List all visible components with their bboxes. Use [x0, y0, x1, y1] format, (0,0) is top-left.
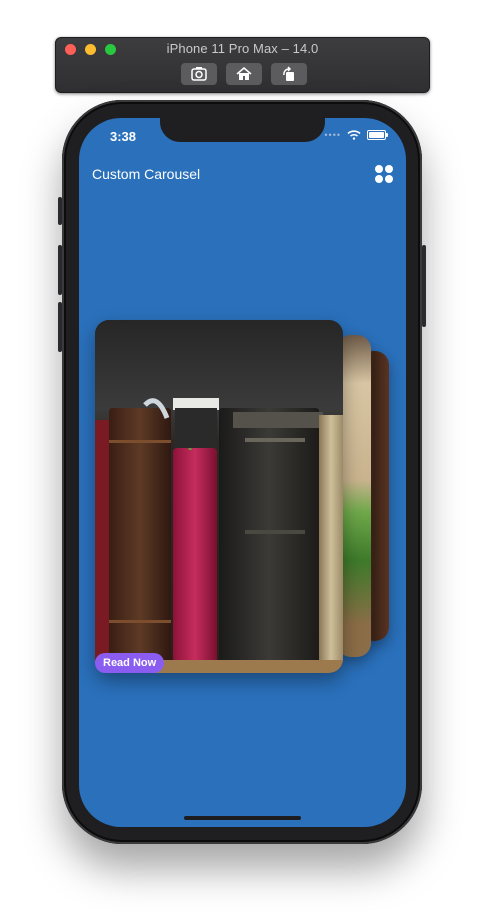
volume-down-button: [58, 302, 62, 352]
home-button[interactable]: [226, 63, 262, 85]
home-indicator[interactable]: [184, 816, 301, 820]
status-indicators: ••••: [324, 130, 388, 140]
home-icon: [236, 66, 252, 80]
silent-switch: [58, 197, 62, 225]
books-image: [95, 320, 343, 673]
screenshot-button[interactable]: [181, 63, 217, 85]
grid-icon[interactable]: [375, 165, 393, 183]
simulator-title: iPhone 11 Pro Max – 14.0: [166, 41, 319, 56]
carousel-card-current[interactable]: [95, 320, 343, 673]
volume-up-button: [58, 245, 62, 295]
status-time: 3:38: [110, 129, 137, 144]
screenshot-icon: [191, 67, 207, 81]
signal-icon: ••••: [324, 130, 341, 140]
wifi-icon: [347, 130, 361, 140]
app-title: Custom Carousel: [92, 166, 201, 182]
read-now-button[interactable]: Read Now: [95, 653, 165, 673]
battery-icon: [367, 130, 388, 140]
app-screen: 3:38 •••• Custom Carousel Read Now: [79, 118, 406, 827]
simulator-toolbar: iPhone 11 Pro Max – 14.0: [55, 37, 430, 93]
rotate-icon: [283, 66, 294, 81]
notch: [160, 118, 325, 142]
rotate-button[interactable]: [271, 63, 307, 85]
power-button: [422, 245, 426, 327]
